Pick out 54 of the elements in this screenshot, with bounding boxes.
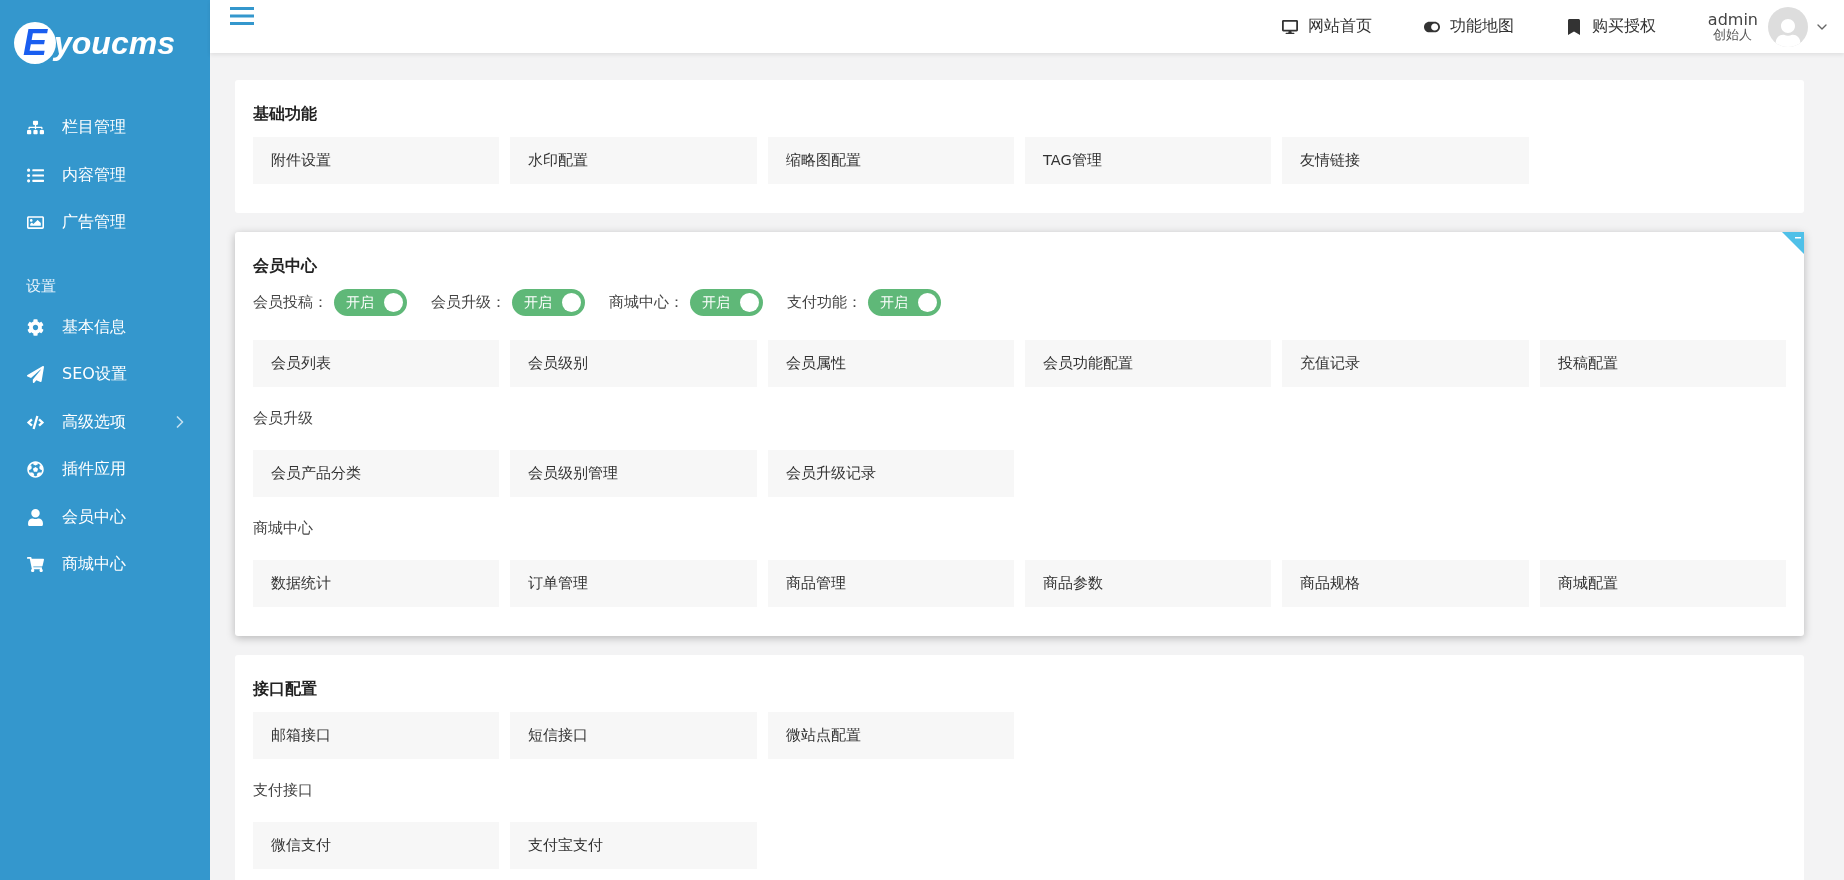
menu-tile[interactable]: 友情链接	[1282, 137, 1529, 184]
menu-tile[interactable]: 水印配置	[510, 137, 757, 184]
menu-tile[interactable]: 会员升级记录	[767, 450, 1014, 497]
group-heading: 商城中心	[253, 519, 314, 538]
menu-tile[interactable]: 商品规格	[1282, 560, 1529, 607]
menu-tile[interactable]: 支付宝支付	[510, 822, 757, 869]
top-link[interactable]: 网站首页	[1281, 16, 1372, 37]
image-icon	[27, 214, 44, 232]
paper-plane-icon	[27, 366, 44, 384]
menu-tile[interactable]: 短信接口	[510, 712, 757, 759]
menu-tile[interactable]: 附件设置	[253, 137, 500, 184]
menu-tile[interactable]: 充值记录	[1282, 340, 1529, 387]
card-title: 接口配置	[253, 679, 318, 700]
toggle-label: 商城中心：	[609, 293, 684, 312]
menu-tile[interactable]: 数据统计	[253, 560, 500, 607]
sidebar-section-title: 设置	[25, 275, 57, 297]
menu-tile[interactable]: 订单管理	[510, 560, 757, 607]
menu-tile[interactable]: 会员级别管理	[510, 450, 757, 497]
monitor-icon	[1281, 18, 1298, 35]
sitemap-icon	[27, 119, 44, 137]
menu-tile[interactable]: 会员产品分类	[253, 450, 500, 497]
cart-icon	[27, 556, 44, 574]
code-icon	[27, 413, 44, 431]
menu-tile[interactable]: 会员列表	[253, 340, 500, 387]
menu-tile[interactable]: 邮箱接口	[253, 712, 500, 759]
user-icon	[27, 508, 44, 526]
card-title: 基础功能	[253, 104, 318, 125]
logo-text: youcms	[54, 24, 175, 62]
toggle-label: 会员投稿：	[253, 293, 328, 312]
bookmark-icon	[1565, 18, 1582, 35]
menu-tile[interactable]: TAG管理	[1025, 137, 1272, 184]
menu-tile[interactable]: 商品参数	[1025, 560, 1272, 607]
gear-icon	[27, 318, 44, 336]
group-heading: 会员升级	[253, 409, 314, 428]
toggle-label: 会员升级：	[431, 293, 506, 312]
menu-tile[interactable]: 微信支付	[253, 822, 500, 869]
toggle-label: 支付功能：	[787, 293, 862, 312]
menu-tile[interactable]: 微站点配置	[767, 712, 1014, 759]
card-title: 会员中心	[253, 256, 318, 277]
menu-icon[interactable]	[230, 5, 254, 26]
group-heading: 支付接口	[253, 781, 314, 800]
top-link[interactable]: 购买授权	[1565, 16, 1656, 37]
menu-tile[interactable]: 投稿配置	[1539, 340, 1786, 387]
menu-tile[interactable]: 商品管理	[767, 560, 1014, 607]
user-name: admin	[1707, 10, 1758, 29]
menu-tile[interactable]: 商城配置	[1539, 560, 1786, 607]
collapse-corner-icon[interactable]	[1782, 232, 1804, 254]
menu-tile[interactable]: 缩略图配置	[767, 137, 1014, 184]
list-icon	[27, 166, 44, 184]
user-role: 创始人	[1713, 28, 1753, 43]
menu-tile[interactable]: 会员功能配置	[1025, 340, 1272, 387]
menu-tile[interactable]: 会员级别	[510, 340, 757, 387]
top-link[interactable]: 功能地图	[1423, 16, 1514, 37]
menu-tile[interactable]: 会员属性	[767, 340, 1014, 387]
